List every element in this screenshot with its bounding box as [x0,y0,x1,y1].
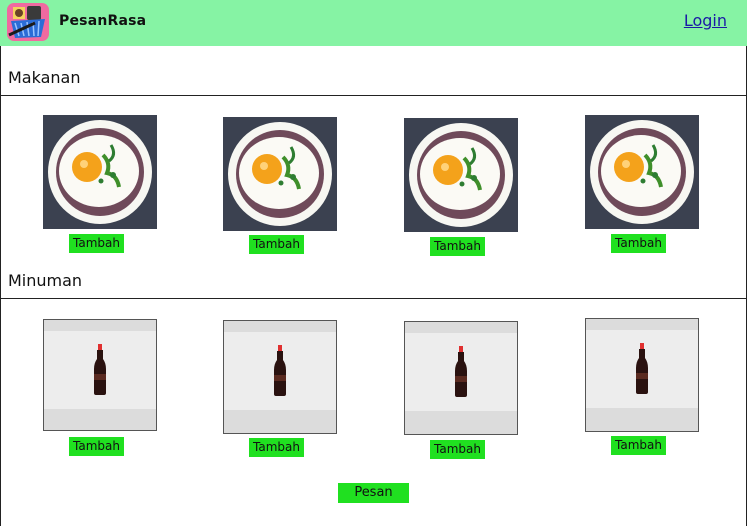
section-divider [0,95,747,96]
section-title-makanan: Makanan [8,68,81,87]
food-image [585,115,699,229]
tambah-button[interactable]: Tambah [249,438,304,457]
navbar: PesanRasa Login [0,0,747,46]
drink-image [223,320,337,434]
tambah-button[interactable]: Tambah [611,436,666,455]
tambah-button[interactable]: Tambah [69,234,124,253]
food-image [43,115,157,229]
tambah-button[interactable]: Tambah [430,237,485,256]
login-link[interactable]: Login [684,11,727,30]
drink-image [43,319,157,431]
tambah-button[interactable]: Tambah [611,234,666,253]
section-divider [0,298,747,299]
drink-image [585,318,699,432]
food-image [404,118,518,232]
pesan-button[interactable]: Pesan [338,483,409,503]
shopping-basket-icon[interactable] [7,3,49,41]
tambah-button[interactable]: Tambah [249,235,304,254]
tambah-button[interactable]: Tambah [69,437,124,456]
section-title-minuman: Minuman [8,271,83,290]
drink-image [404,321,518,435]
food-image [223,117,337,231]
brand-name: PesanRasa [59,13,147,29]
tambah-button[interactable]: Tambah [430,440,485,459]
